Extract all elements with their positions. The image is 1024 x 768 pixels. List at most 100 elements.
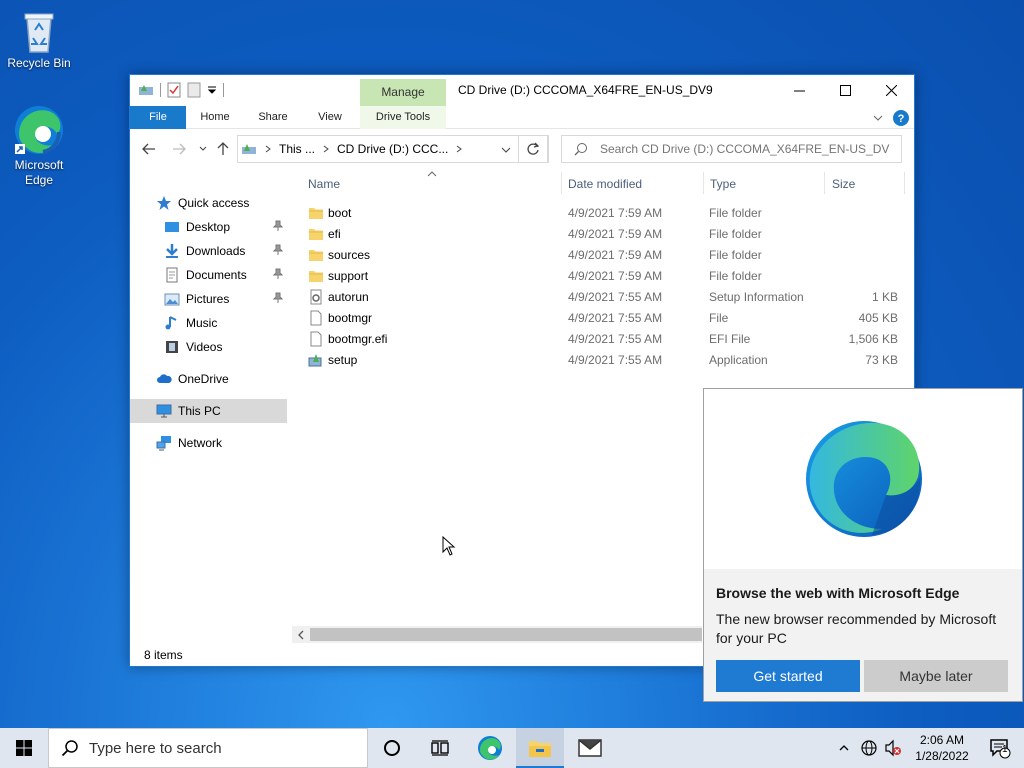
- breadcrumb-cd-drive[interactable]: CD Drive (D:) CCC...: [337, 142, 448, 156]
- forward-button[interactable]: [170, 140, 188, 158]
- table-row[interactable]: bootmgr.efi 4/9/2021 7:55 AM EFI File 1,…: [300, 329, 915, 350]
- tab-share[interactable]: Share: [248, 106, 298, 129]
- sidebar-item-label: Downloads: [186, 244, 246, 258]
- sidebar-item-onedrive[interactable]: OneDrive: [130, 367, 287, 391]
- taskbar-mail-button[interactable]: [566, 728, 614, 768]
- sidebar-item-label: Videos: [186, 340, 223, 354]
- popup-title: Browse the web with Microsoft Edge: [716, 585, 960, 601]
- sidebar-item-this-pc[interactable]: This PC: [130, 399, 287, 423]
- table-row[interactable]: support 4/9/2021 7:59 AM File folder: [300, 266, 915, 287]
- table-row[interactable]: sources 4/9/2021 7:59 AM File folder: [300, 245, 915, 266]
- tab-view[interactable]: View: [306, 106, 354, 129]
- close-button[interactable]: [868, 75, 914, 105]
- chevron-up-icon[interactable]: [838, 743, 850, 753]
- taskbar: Type here to search 2:06 AM 1/28/2022 1: [0, 728, 1024, 768]
- recent-locations-button[interactable]: [194, 140, 212, 158]
- file-type: File folder: [709, 269, 762, 283]
- column-divider[interactable]: [824, 172, 825, 194]
- file-type: Application: [709, 353, 768, 367]
- sidebar-item-label: Documents: [186, 268, 247, 282]
- sidebar-item-pictures[interactable]: Pictures: [130, 287, 287, 311]
- minimize-button[interactable]: [776, 75, 822, 105]
- scrollbar-thumb[interactable]: [310, 628, 702, 641]
- tab-file[interactable]: File: [130, 106, 186, 129]
- expand-ribbon-chevron-icon[interactable]: [872, 113, 884, 123]
- sidebar-item-label: This PC: [178, 404, 221, 418]
- task-view-button[interactable]: [416, 728, 464, 768]
- tab-drive-tools[interactable]: Drive Tools: [360, 106, 446, 129]
- maximize-icon: [839, 84, 851, 96]
- maybe-later-button[interactable]: Maybe later: [864, 660, 1008, 692]
- breadcrumb-chevron-icon[interactable]: [454, 144, 464, 154]
- up-button[interactable]: [214, 140, 232, 158]
- search-input[interactable]: [600, 142, 890, 156]
- network-globe-icon[interactable]: [860, 739, 878, 757]
- pin-icon[interactable]: [273, 268, 283, 280]
- address-history-chevron-icon[interactable]: [500, 145, 512, 155]
- search-icon: [574, 143, 587, 156]
- taskbar-edge-button[interactable]: [466, 728, 514, 768]
- file-name: sources: [328, 248, 371, 262]
- music-icon: [164, 315, 180, 331]
- sidebar-item-label: Quick access: [178, 196, 250, 210]
- taskbar-clock[interactable]: 2:06 AM 1/28/2022: [912, 732, 972, 764]
- pin-icon[interactable]: [273, 244, 283, 256]
- system-tray: [838, 728, 902, 768]
- start-button[interactable]: [0, 728, 48, 768]
- sidebar-item-desktop[interactable]: Desktop: [130, 215, 287, 239]
- action-center-button[interactable]: 1: [976, 728, 1024, 768]
- back-button[interactable]: [140, 140, 158, 158]
- sidebar-item-music[interactable]: Music: [130, 311, 287, 335]
- table-row[interactable]: setup 4/9/2021 7:55 AM Application 73 KB: [300, 350, 915, 371]
- table-row[interactable]: efi 4/9/2021 7:59 AM File folder: [300, 224, 915, 245]
- sidebar-item-quick-access[interactable]: Quick access: [130, 191, 287, 215]
- horizontal-scrollbar[interactable]: [292, 626, 702, 643]
- taskbar-search-box[interactable]: Type here to search: [48, 728, 368, 768]
- breadcrumb-chevron-icon[interactable]: [321, 144, 331, 154]
- pin-icon[interactable]: [273, 292, 283, 304]
- column-header-name[interactable]: Name: [308, 170, 558, 198]
- desktop-icon-edge[interactable]: Microsoft Edge: [1, 104, 77, 188]
- manage-tab[interactable]: Manage: [360, 79, 446, 106]
- navigation-pane: Quick access Desktop Downloads Documents…: [130, 179, 287, 649]
- sidebar-item-label: Desktop: [186, 220, 231, 234]
- taskbar-file-explorer-button[interactable]: [516, 728, 564, 768]
- table-row[interactable]: bootmgr 4/9/2021 7:55 AM File 405 KB: [300, 308, 915, 329]
- ribbon-tabs: File Home Share View Drive Tools ?: [130, 106, 914, 129]
- column-header-type[interactable]: Type: [710, 170, 820, 198]
- column-divider[interactable]: [703, 172, 704, 194]
- pin-icon[interactable]: [273, 220, 283, 232]
- document-icon: [164, 267, 180, 283]
- column-divider[interactable]: [561, 172, 562, 194]
- sidebar-item-label: OneDrive: [178, 372, 229, 386]
- download-icon: [164, 243, 180, 259]
- column-header-date-modified[interactable]: Date modified: [568, 170, 698, 198]
- table-row[interactable]: boot 4/9/2021 7:59 AM File folder: [300, 203, 915, 224]
- tab-home[interactable]: Home: [190, 106, 240, 129]
- maximize-button[interactable]: [822, 75, 868, 105]
- column-divider[interactable]: [904, 172, 905, 194]
- address-bar[interactable]: This ... CD Drive (D:) CCC...: [237, 135, 549, 163]
- sidebar-item-label: Pictures: [186, 292, 230, 306]
- customize-toolbar-icon[interactable]: [207, 85, 217, 95]
- search-box[interactable]: [561, 135, 902, 163]
- column-header-size[interactable]: Size: [832, 170, 902, 198]
- drive-icon: [242, 144, 256, 154]
- desktop-icon-recycle-bin[interactable]: Recycle Bin: [1, 8, 77, 71]
- help-icon[interactable]: ?: [892, 109, 910, 127]
- scroll-left-arrow-icon[interactable]: [296, 630, 306, 640]
- breadcrumb-this-pc[interactable]: This ...: [279, 142, 315, 156]
- get-started-button[interactable]: Get started: [716, 660, 860, 692]
- sidebar-item-documents[interactable]: Documents: [130, 263, 287, 287]
- refresh-button[interactable]: [518, 135, 548, 163]
- table-row[interactable]: autorun 4/9/2021 7:55 AM Setup Informati…: [300, 287, 915, 308]
- properties-icon[interactable]: [167, 82, 181, 98]
- sidebar-item-network[interactable]: Network: [130, 431, 287, 455]
- window-title: CD Drive (D:) CCCOMA_X64FRE_EN-US_DV9: [458, 83, 713, 97]
- cortana-button[interactable]: [368, 728, 416, 768]
- breadcrumb-chevron-icon[interactable]: [263, 144, 273, 154]
- new-folder-icon[interactable]: [187, 82, 201, 98]
- sidebar-item-downloads[interactable]: Downloads: [130, 239, 287, 263]
- volume-muted-icon[interactable]: [884, 739, 902, 757]
- sidebar-item-videos[interactable]: Videos: [130, 335, 287, 359]
